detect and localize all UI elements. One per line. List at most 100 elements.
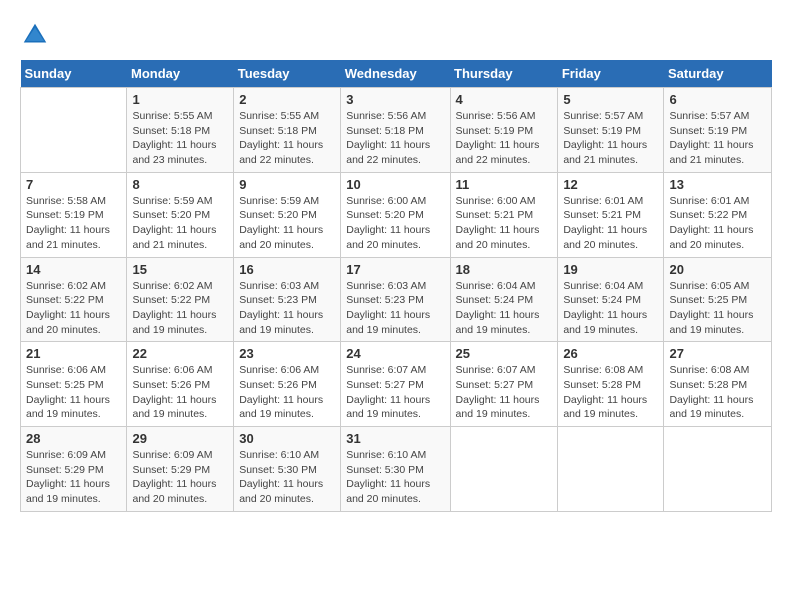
day-info: Sunrise: 6:10 AM Sunset: 5:30 PM Dayligh… <box>346 448 444 507</box>
day-info: Sunrise: 6:08 AM Sunset: 5:28 PM Dayligh… <box>563 363 658 422</box>
day-info: Sunrise: 5:56 AM Sunset: 5:18 PM Dayligh… <box>346 109 444 168</box>
day-number: 5 <box>563 92 658 107</box>
day-number: 31 <box>346 431 444 446</box>
header-tuesday: Tuesday <box>234 60 341 88</box>
calendar-week-row: 14 Sunrise: 6:02 AM Sunset: 5:22 PM Dayli… <box>21 257 772 342</box>
day-number: 17 <box>346 262 444 277</box>
calendar-cell: 16Sunrise: 6:03 AM Sunset: 5:23 PM Dayli… <box>234 257 341 342</box>
day-info: Sunrise: 6:09 AM Sunset: 5:29 PM Dayligh… <box>132 448 228 507</box>
day-number: 21 <box>26 346 121 361</box>
day-number: 28 <box>26 431 121 446</box>
calendar-week-row: 1 Sunrise: 5:55 AM Sunset: 5:18 PM Daylig… <box>21 88 772 173</box>
day-number: 18 <box>456 262 553 277</box>
calendar-week-row: 28 Sunrise: 6:09 AM Sunset: 5:29 PM Dayli… <box>21 427 772 512</box>
calendar-cell: 7 Sunrise: 5:58 AM Sunset: 5:19 PM Daylig… <box>21 172 127 257</box>
calendar-cell: 2 Sunrise: 5:55 AM Sunset: 5:18 PM Daylig… <box>234 88 341 173</box>
day-number: 2 <box>239 92 335 107</box>
day-number: 16 <box>239 262 335 277</box>
calendar-cell: 4 Sunrise: 5:56 AM Sunset: 5:19 PM Daylig… <box>450 88 558 173</box>
day-info: Sunrise: 6:04 AM Sunset: 5:24 PM Dayligh… <box>456 279 553 338</box>
calendar-cell: 27Sunrise: 6:08 AM Sunset: 5:28 PM Dayli… <box>664 342 772 427</box>
calendar-cell: 6 Sunrise: 5:57 AM Sunset: 5:19 PM Daylig… <box>664 88 772 173</box>
day-info: Sunrise: 5:58 AM Sunset: 5:19 PM Dayligh… <box>26 194 121 253</box>
day-info: Sunrise: 5:56 AM Sunset: 5:19 PM Dayligh… <box>456 109 553 168</box>
header-friday: Friday <box>558 60 664 88</box>
calendar-cell: 29 Sunrise: 6:09 AM Sunset: 5:29 PM Dayli… <box>127 427 234 512</box>
calendar-cell: 20 Sunrise: 6:05 AM Sunset: 5:25 PM Dayli… <box>664 257 772 342</box>
day-number: 26 <box>563 346 658 361</box>
calendar-cell: 24Sunrise: 6:07 AM Sunset: 5:27 PM Dayli… <box>341 342 450 427</box>
calendar-cell: 21 Sunrise: 6:06 AM Sunset: 5:25 PM Dayli… <box>21 342 127 427</box>
calendar-cell <box>558 427 664 512</box>
calendar-cell: 26 Sunrise: 6:08 AM Sunset: 5:28 PM Dayli… <box>558 342 664 427</box>
day-info: Sunrise: 5:55 AM Sunset: 5:18 PM Dayligh… <box>239 109 335 168</box>
day-number: 11 <box>456 177 553 192</box>
day-number: 27 <box>669 346 766 361</box>
calendar-cell <box>664 427 772 512</box>
day-info: Sunrise: 6:05 AM Sunset: 5:25 PM Dayligh… <box>669 279 766 338</box>
day-info: Sunrise: 5:57 AM Sunset: 5:19 PM Dayligh… <box>669 109 766 168</box>
day-number: 14 <box>26 262 121 277</box>
calendar-cell: 30 Sunrise: 6:10 AM Sunset: 5:30 PM Dayli… <box>234 427 341 512</box>
calendar-cell: 8 Sunrise: 5:59 AM Sunset: 5:20 PM Daylig… <box>127 172 234 257</box>
day-number: 13 <box>669 177 766 192</box>
calendar-cell: 10Sunrise: 6:00 AM Sunset: 5:20 PM Dayli… <box>341 172 450 257</box>
calendar-cell: 17 Sunrise: 6:03 AM Sunset: 5:23 PM Dayli… <box>341 257 450 342</box>
day-number: 1 <box>132 92 228 107</box>
calendar-cell: 15 Sunrise: 6:02 AM Sunset: 5:22 PM Dayli… <box>127 257 234 342</box>
day-info: Sunrise: 6:03 AM Sunset: 5:23 PM Dayligh… <box>346 279 444 338</box>
day-number: 23 <box>239 346 335 361</box>
day-number: 20 <box>669 262 766 277</box>
page-header <box>20 20 772 50</box>
day-number: 25 <box>456 346 553 361</box>
day-info: Sunrise: 6:01 AM Sunset: 5:21 PM Dayligh… <box>563 194 658 253</box>
calendar-cell: 3Sunrise: 5:56 AM Sunset: 5:18 PM Daylig… <box>341 88 450 173</box>
day-info: Sunrise: 6:02 AM Sunset: 5:22 PM Dayligh… <box>26 279 121 338</box>
day-number: 22 <box>132 346 228 361</box>
logo-icon <box>20 20 50 50</box>
calendar-cell: 14 Sunrise: 6:02 AM Sunset: 5:22 PM Dayli… <box>21 257 127 342</box>
day-info: Sunrise: 6:10 AM Sunset: 5:30 PM Dayligh… <box>239 448 335 507</box>
day-number: 10 <box>346 177 444 192</box>
calendar-cell: 25 Sunrise: 6:07 AM Sunset: 5:27 PM Dayli… <box>450 342 558 427</box>
day-info: Sunrise: 6:06 AM Sunset: 5:25 PM Dayligh… <box>26 363 121 422</box>
day-number: 7 <box>26 177 121 192</box>
calendar-cell <box>450 427 558 512</box>
calendar-week-row: 7 Sunrise: 5:58 AM Sunset: 5:19 PM Daylig… <box>21 172 772 257</box>
calendar-cell: 31 Sunrise: 6:10 AM Sunset: 5:30 PM Dayli… <box>341 427 450 512</box>
header-sunday: Sunday <box>21 60 127 88</box>
calendar-cell: 13 Sunrise: 6:01 AM Sunset: 5:22 PM Dayli… <box>664 172 772 257</box>
header-thursday: Thursday <box>450 60 558 88</box>
calendar-cell: 18 Sunrise: 6:04 AM Sunset: 5:24 PM Dayli… <box>450 257 558 342</box>
day-number: 6 <box>669 92 766 107</box>
calendar-cell: 19 Sunrise: 6:04 AM Sunset: 5:24 PM Dayli… <box>558 257 664 342</box>
day-info: Sunrise: 6:09 AM Sunset: 5:29 PM Dayligh… <box>26 448 121 507</box>
calendar-cell: 1Sunrise: 5:55 AM Sunset: 5:18 PM Daylig… <box>127 88 234 173</box>
day-number: 9 <box>239 177 335 192</box>
day-number: 15 <box>132 262 228 277</box>
day-info: Sunrise: 6:01 AM Sunset: 5:22 PM Dayligh… <box>669 194 766 253</box>
header-wednesday: Wednesday <box>341 60 450 88</box>
day-info: Sunrise: 6:06 AM Sunset: 5:26 PM Dayligh… <box>239 363 335 422</box>
day-number: 19 <box>563 262 658 277</box>
day-number: 4 <box>456 92 553 107</box>
day-number: 8 <box>132 177 228 192</box>
calendar-cell: 28 Sunrise: 6:09 AM Sunset: 5:29 PM Dayli… <box>21 427 127 512</box>
calendar-cell: 23 Sunrise: 6:06 AM Sunset: 5:26 PM Dayli… <box>234 342 341 427</box>
day-number: 30 <box>239 431 335 446</box>
day-info: Sunrise: 6:07 AM Sunset: 5:27 PM Dayligh… <box>456 363 553 422</box>
day-number: 29 <box>132 431 228 446</box>
calendar-cell: 9 Sunrise: 5:59 AM Sunset: 5:20 PM Daylig… <box>234 172 341 257</box>
day-info: Sunrise: 5:57 AM Sunset: 5:19 PM Dayligh… <box>563 109 658 168</box>
day-info: Sunrise: 6:02 AM Sunset: 5:22 PM Dayligh… <box>132 279 228 338</box>
calendar-cell <box>21 88 127 173</box>
calendar-cell: 11Sunrise: 6:00 AM Sunset: 5:21 PM Dayli… <box>450 172 558 257</box>
day-info: Sunrise: 6:06 AM Sunset: 5:26 PM Dayligh… <box>132 363 228 422</box>
day-info: Sunrise: 6:04 AM Sunset: 5:24 PM Dayligh… <box>563 279 658 338</box>
calendar-cell: 22 Sunrise: 6:06 AM Sunset: 5:26 PM Dayli… <box>127 342 234 427</box>
day-info: Sunrise: 6:07 AM Sunset: 5:27 PM Dayligh… <box>346 363 444 422</box>
header-monday: Monday <box>127 60 234 88</box>
day-info: Sunrise: 5:59 AM Sunset: 5:20 PM Dayligh… <box>132 194 228 253</box>
calendar-cell: 5 Sunrise: 5:57 AM Sunset: 5:19 PM Daylig… <box>558 88 664 173</box>
day-info: Sunrise: 5:59 AM Sunset: 5:20 PM Dayligh… <box>239 194 335 253</box>
